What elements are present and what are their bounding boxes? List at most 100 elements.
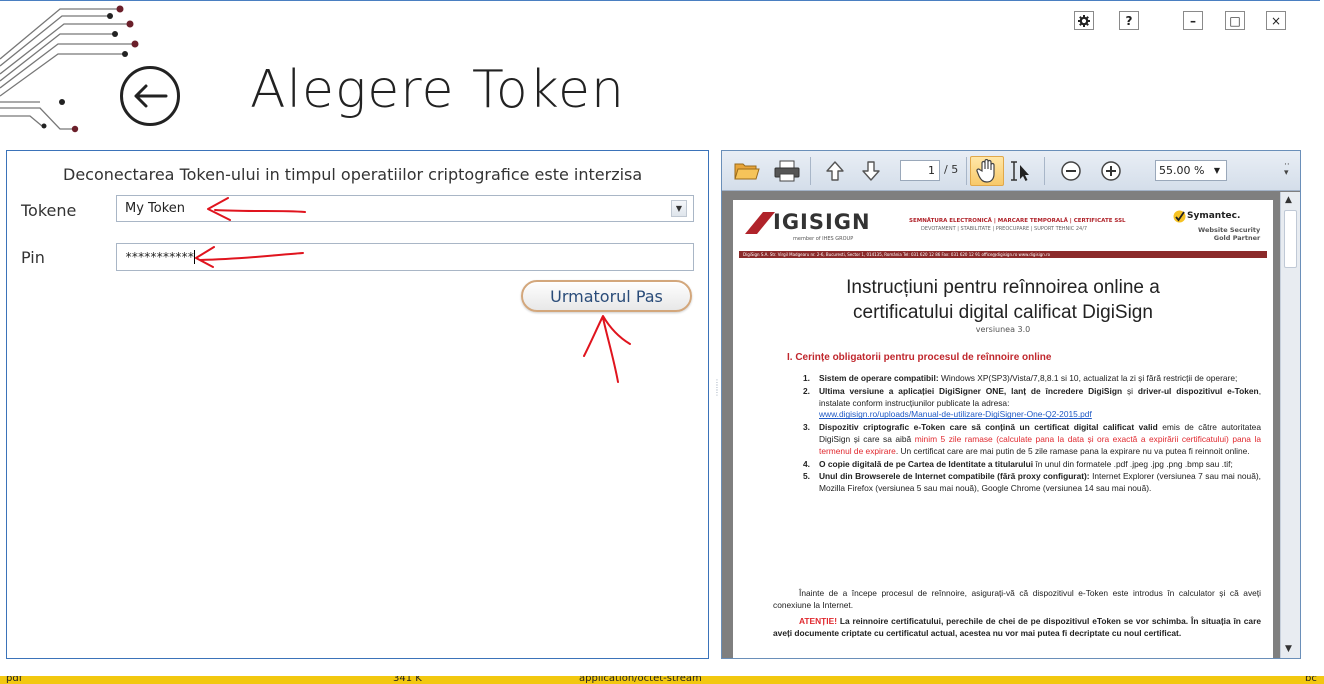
circuit-logo-icon — [0, 5, 139, 133]
document-address-strip: DigiSign S.A. Str. Virgil Madgearu nr. 2… — [743, 252, 1051, 257]
list-item-number: 3. — [803, 422, 810, 433]
hand-icon — [976, 159, 995, 183]
list-item-number: 5. — [803, 471, 810, 482]
text-cursor — [194, 250, 196, 264]
list-item: 4. O copie digitală de pe Cartea de Iden… — [791, 459, 1261, 471]
zoom-in-icon — [1101, 161, 1121, 181]
zoom-level-value: 55.00 % — [1159, 164, 1205, 177]
scrollbar-thumb[interactable] — [1284, 210, 1297, 268]
page-total: / 5 — [944, 163, 959, 176]
list-item-text: și — [1122, 385, 1138, 396]
gear-icon — [1078, 14, 1090, 27]
symantec-sub-line2: Gold Partner — [1213, 234, 1261, 242]
list-item-number: 4. — [803, 458, 810, 469]
document-warning-paragraph: ATENȚIE! La reinnoire certificatului, pe… — [773, 616, 1261, 640]
pdf-toolbar: 1 / 5 55.00 % ▼ ·· ▾ — [722, 151, 1300, 191]
symantec-partner-text: Website Security Gold Partner — [1198, 226, 1260, 242]
settings-button[interactable] — [1074, 11, 1094, 30]
list-item-text: Windows XP(SP3)/Vista/7,8,8.1 si 10, act… — [938, 373, 1238, 383]
token-select-value: My Token — [125, 201, 186, 216]
document-tagline: SEMNĂTURA ELECTRONICĂ | MARCARE TEMPORAL… — [909, 218, 1126, 224]
help-button[interactable]: ? — [1119, 11, 1139, 30]
list-item: 3. Dispozitiv criptografic e-Token care … — [791, 422, 1261, 457]
document-logo-sub: member of IHES GROUP — [793, 236, 854, 242]
toolbar-separator — [966, 157, 967, 185]
zoom-out-button[interactable] — [1058, 159, 1084, 183]
list-item-bold: driver-ul dispozitivul e-Token — [1137, 385, 1259, 396]
document-logo: IGISIGN — [773, 210, 871, 234]
scroll-up-arrow-icon[interactable]: ▲ — [1285, 195, 1292, 205]
list-item-bold: Dispozitiv criptografic e-Token care să … — [819, 422, 1158, 433]
window-top-border — [0, 0, 1320, 1]
pdf-document-area[interactable]: IGISIGN member of IHES GROUP SEMNĂTURA E… — [722, 192, 1280, 658]
next-step-button[interactable]: Urmatorul Pas — [521, 280, 692, 312]
list-item: 1. Sistem de operare compatibil: Windows… — [791, 373, 1261, 385]
digisign-logo-icon — [745, 212, 775, 234]
previous-page-button[interactable] — [822, 159, 848, 183]
arrow-left-icon — [134, 84, 168, 108]
list-item-bold: Ultima versiune a aplicației DigiSigner … — [819, 385, 1123, 396]
arrow-down-icon — [862, 161, 880, 181]
pdf-viewer: 1 / 5 55.00 % ▼ ·· ▾ IGISIGN member of I… — [721, 150, 1301, 659]
page-title: Alegere Token — [250, 60, 625, 120]
pdf-vertical-scrollbar[interactable]: ▲ ▼ — [1280, 192, 1300, 658]
zoom-in-button[interactable] — [1098, 159, 1124, 183]
document-title-line1: Instrucțiuni pentru reînnoirea online a — [846, 277, 1160, 298]
select-tool-button[interactable] — [1008, 159, 1034, 183]
warning-message: Deconectarea Token-ului in timpul operat… — [63, 165, 643, 184]
document-requirements-list: 1. Sistem de operare compatibil: Windows… — [791, 373, 1261, 496]
next-page-button[interactable] — [858, 159, 884, 183]
pdf-page: IGISIGN member of IHES GROUP SEMNĂTURA E… — [733, 200, 1273, 658]
list-item-text: în unul din formatele .pdf .jpeg .jpg .p… — [1033, 458, 1233, 469]
scroll-down-arrow-icon[interactable]: ▼ — [1285, 644, 1292, 654]
list-item-bold: Sistem de operare compatibil: — [819, 373, 939, 383]
open-file-button[interactable] — [734, 159, 760, 183]
zoom-out-icon — [1061, 161, 1081, 181]
checkmark-icon — [1173, 210, 1186, 223]
token-label: Tokene — [21, 201, 77, 220]
status-col-size: 341 K — [393, 676, 422, 684]
chevron-down-icon[interactable]: ▼ — [1210, 163, 1224, 178]
pin-input-value: *********** — [125, 250, 194, 264]
back-button[interactable] — [120, 66, 180, 126]
status-col-type: pdf — [6, 676, 23, 684]
status-col-mime: application/octet-stream — [579, 676, 702, 684]
chevron-down-icon[interactable]: ▼ — [671, 200, 687, 217]
text-select-icon — [1011, 161, 1029, 181]
list-item-number: 2. — [803, 385, 810, 396]
toolbar-separator — [1044, 157, 1045, 185]
app-window: Alegere Token ? – □ × Deconectarea Token… — [0, 0, 1324, 684]
panel-splitter[interactable]: ⋮ ⋮ ⋮ — [713, 379, 721, 420]
token-form-panel: Deconectarea Token-ului in timpul operat… — [6, 150, 709, 659]
list-item-bold: Unul din Browserele de Internet compatib… — [819, 471, 1090, 482]
symantec-sub-line1: Website Security — [1198, 226, 1261, 234]
print-button[interactable] — [774, 159, 800, 183]
list-item: 2. Ultima versiune a aplicației DigiSign… — [791, 386, 1261, 421]
list-item-number: 1. — [803, 373, 810, 383]
arrow-up-icon — [826, 161, 844, 181]
list-item: 5. Unul din Browserele de Internet compa… — [791, 471, 1261, 495]
bottom-status-bar: pdf 341 K application/octet-stream bc — [0, 676, 1324, 684]
toolbar-overflow-icon[interactable]: ·· ▾ — [1284, 161, 1290, 178]
pin-input[interactable]: *********** — [116, 243, 694, 271]
page-number-input[interactable]: 1 — [900, 160, 940, 181]
folder-open-icon — [734, 163, 760, 180]
warning-label: ATENȚIE! — [799, 616, 837, 626]
toolbar-separator — [810, 157, 811, 185]
hand-tool-button[interactable] — [970, 156, 1004, 186]
document-paragraph: Înainte de a începe procesul de reînnoir… — [773, 588, 1261, 610]
minimize-button[interactable]: – — [1183, 11, 1203, 30]
maximize-button[interactable]: □ — [1225, 11, 1245, 30]
zoom-level-select[interactable]: 55.00 % ▼ — [1155, 160, 1227, 181]
token-select[interactable]: My Token ▼ — [116, 195, 694, 222]
status-col-extra: bc — [1305, 676, 1317, 684]
printer-icon — [774, 160, 800, 182]
manual-link[interactable]: www.digisign.ro/uploads/Manual-de-utiliz… — [819, 409, 1092, 419]
list-item-text: . Un certificat care are mai putin de 5 … — [895, 445, 1250, 456]
document-title-line2: certificatului digital calificat DigiSig… — [853, 302, 1153, 323]
symantec-logo: Symantec. — [1187, 211, 1241, 221]
list-item-bold: O copie digitală de pe Cartea de Identit… — [819, 458, 1034, 469]
document-tagline-secondary: DEVOTAMENT | STABILITATE | PREOCUPARE | … — [921, 226, 1088, 232]
close-button[interactable]: × — [1266, 11, 1286, 30]
warning-text: La reinnoire certificatului, perechile d… — [773, 616, 1261, 638]
